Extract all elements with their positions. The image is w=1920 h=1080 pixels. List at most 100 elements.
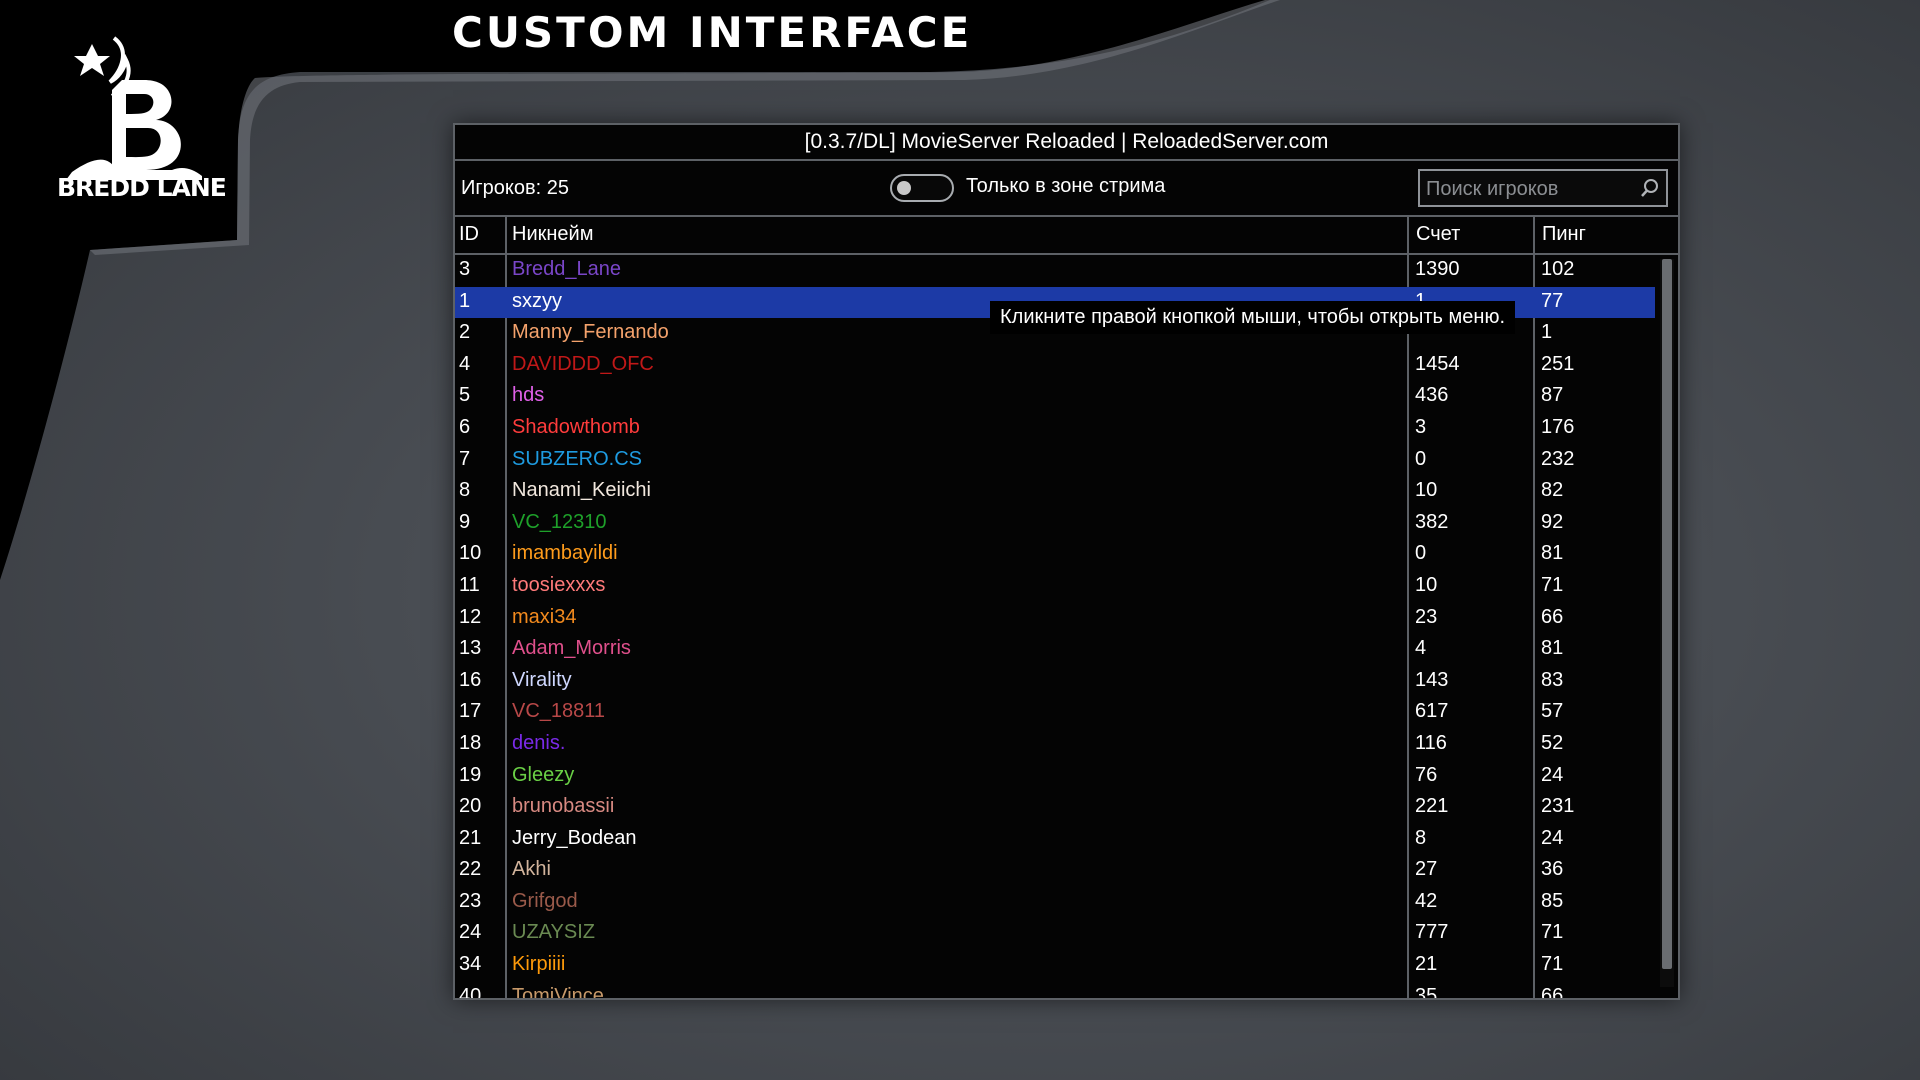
player-nickname: brunobassii xyxy=(512,795,615,818)
player-id: 10 xyxy=(459,542,482,565)
player-nickname: VC_12310 xyxy=(512,510,607,533)
player-nickname: DAVIDDD_OFC xyxy=(512,352,654,375)
stream-zone-toggle[interactable] xyxy=(890,174,954,202)
table-row[interactable]: 10 imambayildi 0 81 xyxy=(455,539,1655,571)
player-ping: 36 xyxy=(1541,858,1564,881)
player-ping: 71 xyxy=(1541,573,1564,596)
player-score: 10 xyxy=(1415,479,1438,502)
player-id: 1 xyxy=(459,289,471,312)
player-id: 2 xyxy=(459,321,471,344)
player-ping: 82 xyxy=(1541,479,1564,502)
table-row[interactable]: 16 Virality 143 83 xyxy=(455,666,1655,698)
player-id: 11 xyxy=(459,573,480,596)
player-id: 9 xyxy=(459,510,471,533)
player-ping: 77 xyxy=(1541,289,1564,312)
player-score: 1454 xyxy=(1415,352,1460,375)
player-ping: 57 xyxy=(1541,700,1564,723)
player-id: 16 xyxy=(459,668,482,691)
player-nickname: Shadowthomb xyxy=(512,415,640,438)
player-score: 42 xyxy=(1415,889,1438,912)
page-title: CUSTOM INTERFACE xyxy=(452,8,973,57)
table-row[interactable]: 19 Gleezy 76 24 xyxy=(455,761,1655,793)
stream-zone-toggle-label[interactable]: Только в зоне стрима xyxy=(966,175,1165,198)
player-score: 10 xyxy=(1415,573,1438,596)
player-score: 221 xyxy=(1415,795,1449,818)
player-ping: 251 xyxy=(1541,352,1575,375)
player-nickname: denis. xyxy=(512,731,566,754)
player-id: 19 xyxy=(459,763,482,786)
table-row[interactable]: 11 toosiexxxs 10 71 xyxy=(455,571,1655,603)
scrollbar[interactable] xyxy=(1660,259,1674,987)
table-row[interactable]: 21 Jerry_Bodean 8 24 xyxy=(455,824,1655,856)
table-row[interactable]: 23 Grifgod 42 85 xyxy=(455,887,1655,919)
player-id: 3 xyxy=(459,258,471,280)
column-header-score[interactable]: Счет xyxy=(1416,223,1460,246)
player-search-input[interactable] xyxy=(1424,175,1638,203)
player-id: 21 xyxy=(459,826,482,849)
logo-text: BREDD LANE xyxy=(57,173,227,202)
column-header-ping[interactable]: Пинг xyxy=(1542,223,1586,246)
player-ping: 92 xyxy=(1541,510,1564,533)
table-row[interactable]: 22 Akhi 27 36 xyxy=(455,855,1655,887)
players-count: Игроков: 25 xyxy=(461,177,569,199)
toggle-knob xyxy=(897,181,911,195)
player-score: 0 xyxy=(1415,447,1427,470)
table-row[interactable]: 24 UZAYSIZ 777 71 xyxy=(455,918,1655,950)
player-nickname: Adam_Morris xyxy=(512,637,631,660)
table-row[interactable]: 3 Bredd_Lane 1390 102 xyxy=(455,255,1655,287)
player-nickname: maxi34 xyxy=(512,605,577,628)
player-id: 23 xyxy=(459,889,482,912)
server-title: [0.3.7/DL] MovieServer Reloaded | Reload… xyxy=(455,125,1678,161)
table-row[interactable]: 9 VC_12310 382 92 xyxy=(455,508,1655,540)
player-ping: 83 xyxy=(1541,668,1564,691)
table-row[interactable]: 7 SUBZERO.CS 0 232 xyxy=(455,445,1655,477)
desktop-background: BREDD LANE CUSTOM INTERFACE [0.3.7/DL] M… xyxy=(0,0,1920,1080)
player-score: 382 xyxy=(1415,510,1449,533)
player-nickname: Grifgod xyxy=(512,889,578,912)
player-nickname: hds xyxy=(512,384,545,407)
table-row[interactable]: 34 Kirpiiii 21 71 xyxy=(455,950,1655,982)
player-nickname: Akhi xyxy=(512,858,551,881)
player-ping: 231 xyxy=(1541,795,1575,818)
player-ping: 1 xyxy=(1541,321,1553,344)
table-row[interactable]: 20 brunobassii 221 231 xyxy=(455,792,1655,824)
player-score: 3 xyxy=(1415,415,1427,438)
player-nickname: toosiexxxs xyxy=(512,573,606,596)
player-ping: 87 xyxy=(1541,384,1564,407)
table-row[interactable]: 18 denis. 116 52 xyxy=(455,729,1655,761)
player-id: 7 xyxy=(459,447,471,470)
player-id: 24 xyxy=(459,921,482,944)
column-header-id[interactable]: ID xyxy=(459,223,479,246)
table-row[interactable]: 12 maxi34 23 66 xyxy=(455,603,1655,635)
player-score: 8 xyxy=(1415,826,1427,849)
search-icon[interactable] xyxy=(1640,178,1660,198)
player-nickname: Jerry_Bodean xyxy=(512,826,637,849)
player-nickname: UZAYSIZ xyxy=(512,921,595,944)
table-row[interactable]: 13 Adam_Morris 4 81 xyxy=(455,634,1655,666)
player-nickname: Bredd_Lane xyxy=(512,258,621,280)
player-score: 143 xyxy=(1415,668,1449,691)
player-ping: 66 xyxy=(1541,984,1564,998)
player-ping: 102 xyxy=(1541,258,1575,280)
player-score: 27 xyxy=(1415,858,1438,881)
context-menu-tooltip: Кликните правой кнопкой мыши, чтобы откр… xyxy=(990,301,1515,334)
table-row[interactable]: 5 hds 436 87 xyxy=(455,381,1655,413)
player-search-box[interactable] xyxy=(1418,169,1668,207)
table-row[interactable]: 8 Nanami_Keiichi 10 82 xyxy=(455,476,1655,508)
column-header-nick[interactable]: Никнейм xyxy=(512,223,593,246)
player-ping: 81 xyxy=(1541,542,1564,565)
player-score: 617 xyxy=(1415,700,1449,723)
player-nickname: imambayildi xyxy=(512,542,618,565)
player-score: 1390 xyxy=(1415,258,1460,280)
player-ping: 71 xyxy=(1541,921,1564,944)
scrollbar-thumb[interactable] xyxy=(1662,259,1672,969)
table-row[interactable]: 6 Shadowthomb 3 176 xyxy=(455,413,1655,445)
table-row[interactable]: 4 DAVIDDD_OFC 1454 251 xyxy=(455,350,1655,382)
table-row[interactable]: 40 TomiVince 35 66 xyxy=(455,982,1655,998)
player-ping: 71 xyxy=(1541,953,1564,976)
table-row[interactable]: 17 VC_18811 617 57 xyxy=(455,697,1655,729)
player-id: 22 xyxy=(459,858,482,881)
player-nickname: Nanami_Keiichi xyxy=(512,479,651,502)
player-nickname: Gleezy xyxy=(512,763,575,786)
scoreboard-toolbar: Игроков: 25 Только в зоне стрима xyxy=(455,161,1678,217)
